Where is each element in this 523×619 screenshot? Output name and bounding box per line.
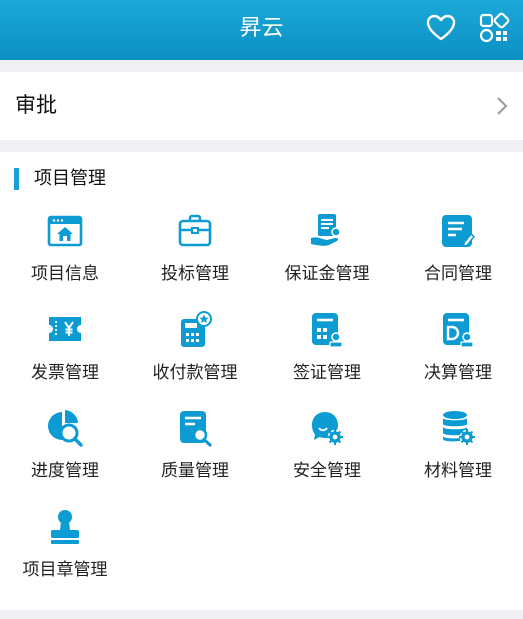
bottom-divider <box>0 610 523 619</box>
section-accent-bar <box>14 168 19 190</box>
heart-icon[interactable] <box>425 12 457 44</box>
calculator-star-icon <box>181 311 212 347</box>
database-gear-icon <box>443 411 475 445</box>
grid-item-label: 项目信息 <box>31 264 99 284</box>
hand-document-icon <box>311 214 341 246</box>
grid-item-label: 签证管理 <box>293 363 361 383</box>
grid-item-label: 保证金管理 <box>284 264 370 284</box>
grid-item-progress[interactable]: 进度管理 <box>0 409 130 499</box>
grid-item-final-accounts[interactable]: 决算管理 <box>393 311 523 401</box>
face-gear-icon <box>312 412 343 445</box>
grid-item-label: 进度管理 <box>31 461 99 481</box>
section-title: 项目管理 <box>34 168 106 189</box>
briefcase-icon <box>178 214 212 247</box>
project-management-section: 项目管理 项目信息 投标管理 保证金管理 合同管理 发票管理 收付款管理 签证管… <box>0 152 523 610</box>
grid-item-label: 项目章管理 <box>22 560 108 580</box>
document-d-stamp-icon <box>443 313 474 348</box>
pie-search-icon <box>48 410 83 447</box>
grid-item-label: 投标管理 <box>161 264 229 284</box>
chevron-right-icon <box>497 97 508 115</box>
grid-item-label: 合同管理 <box>424 264 492 284</box>
grid-item-contract[interactable]: 合同管理 <box>393 212 523 302</box>
grid-item-visa[interactable]: 签证管理 <box>262 311 392 401</box>
grid-item-label: 收付款管理 <box>152 363 238 383</box>
grid-item-deposit[interactable]: 保证金管理 <box>262 212 392 302</box>
apps-icon[interactable] <box>478 12 510 44</box>
grid-item-label: 材料管理 <box>424 461 492 481</box>
stamp-icon <box>51 510 79 544</box>
document-stamp-icon <box>312 313 343 348</box>
grid-item-label: 决算管理 <box>424 363 492 383</box>
grid-item-project-seal[interactable]: 项目章管理 <box>0 508 130 598</box>
grid-item-materials[interactable]: 材料管理 <box>393 409 523 499</box>
approval-label: 审批 <box>15 93 57 117</box>
ticket-yen-icon <box>49 317 81 341</box>
grid-item-label: 安全管理 <box>293 461 361 481</box>
app-header: 昇云 <box>0 0 523 60</box>
browser-home-icon <box>47 215 83 247</box>
grid-item-label: 质量管理 <box>161 461 229 481</box>
grid-item-label: 发票管理 <box>31 363 99 383</box>
grid-item-payments[interactable]: 收付款管理 <box>130 311 260 401</box>
grid-item-safety[interactable]: 安全管理 <box>262 409 392 499</box>
grid-item-quality[interactable]: 质量管理 <box>130 409 260 499</box>
document-edit-icon <box>442 215 476 247</box>
grid-item-invoice[interactable]: 发票管理 <box>0 311 130 401</box>
document-search-icon <box>180 411 212 447</box>
grid-item-bidding[interactable]: 投标管理 <box>130 212 260 302</box>
approval-row[interactable]: 审批 <box>0 72 523 140</box>
grid-item-project-info[interactable]: 项目信息 <box>0 212 130 302</box>
